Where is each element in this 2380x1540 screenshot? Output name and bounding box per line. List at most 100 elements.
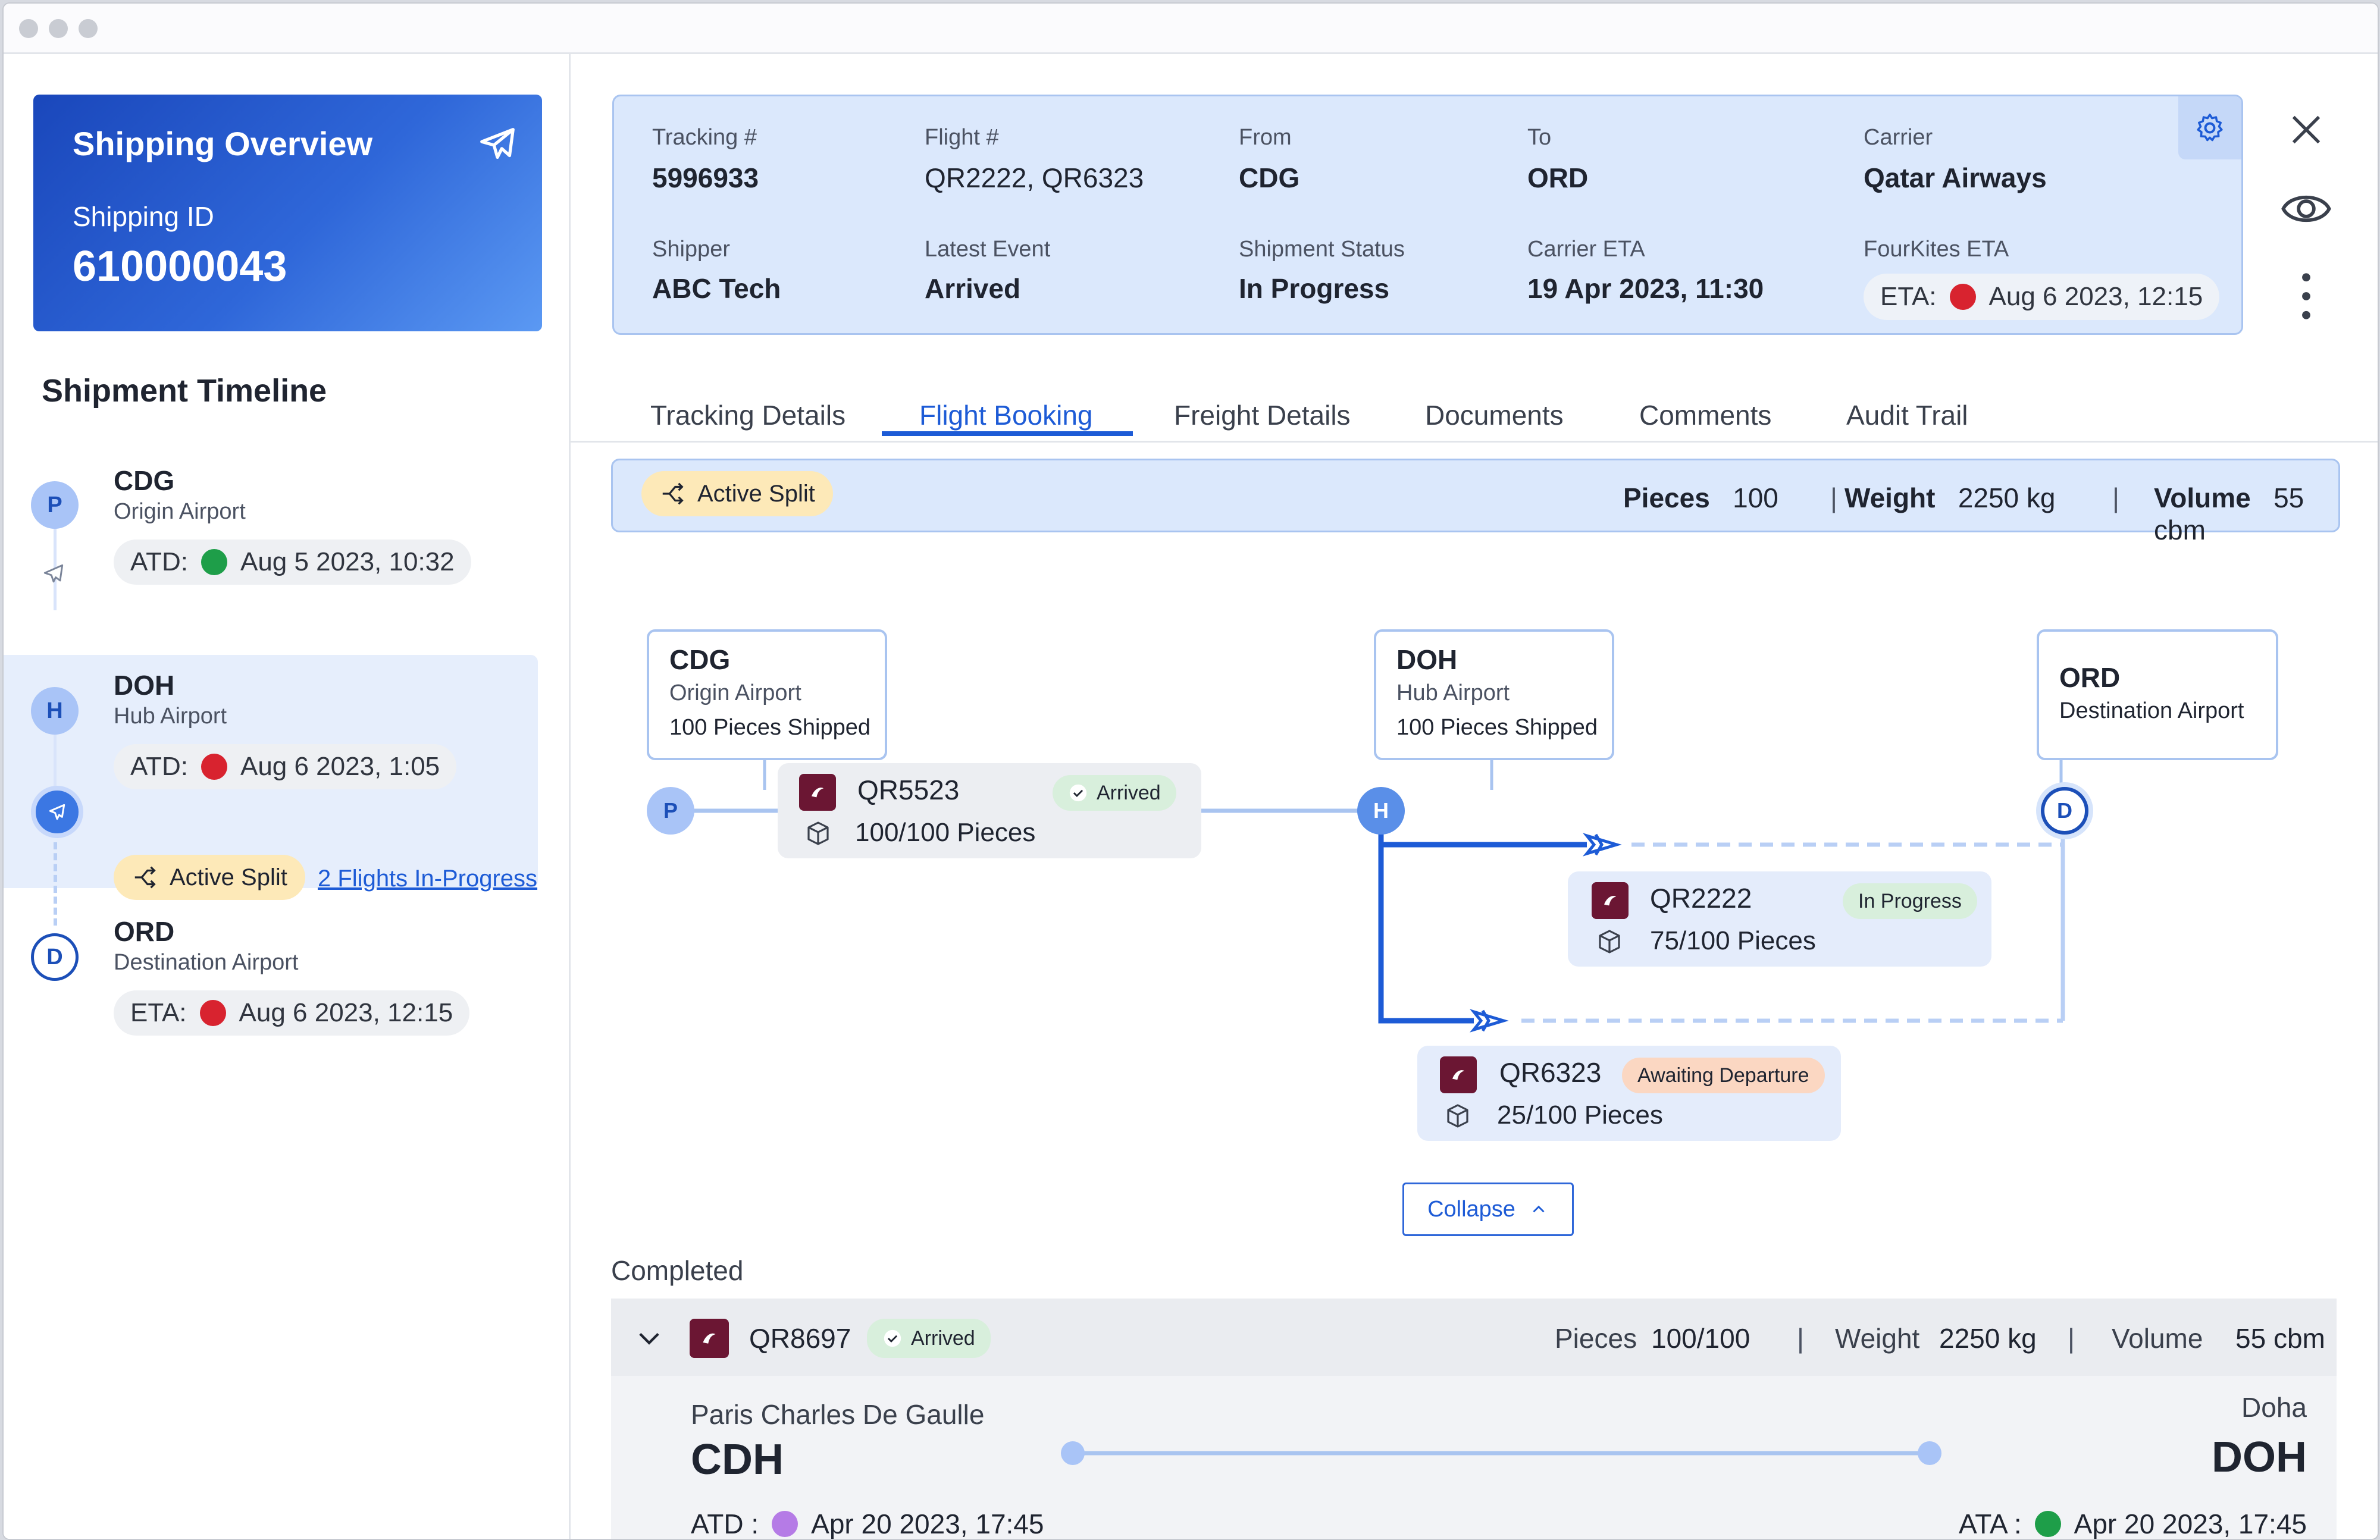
close-window-dot[interactable] [19, 19, 38, 38]
carrier-eta-label: Carrier ETA [1527, 237, 1645, 262]
shipping-id-value: 610000043 [73, 243, 287, 290]
airport-name: Origin Airport [669, 680, 801, 705]
airport-code: ORD [2059, 662, 2121, 693]
timeline-time-pill: ETA: Aug 6 2023, 12:15 [114, 990, 470, 1036]
flights-in-progress-link[interactable]: 2 Flights In-Progress [318, 865, 537, 892]
tab-audit-trail[interactable]: Audit Trail [1846, 399, 1968, 431]
tracking-value: 5996933 [652, 162, 759, 193]
shipment-status-value: In Progress [1239, 273, 1390, 304]
flight-card[interactable]: QR2222 In Progress 75/100 Pieces [1568, 871, 1991, 967]
minimize-window-dot[interactable] [49, 19, 68, 38]
airport-code: DOH [1396, 644, 1458, 675]
hub-airport-card: DOH Hub Airport 100 Pieces Shipped [1374, 629, 1614, 760]
from-label: From [1239, 125, 1292, 150]
weight-value: 2250 kg [1958, 482, 2056, 513]
check-icon [1069, 784, 1087, 802]
fourkites-eta-label: FourKites ETA [1864, 237, 2009, 262]
flight-card[interactable]: QR6323 Awaiting Departure 25/100 Pieces [1417, 1046, 1841, 1141]
settings-button[interactable] [2178, 96, 2241, 159]
title-bar [4, 4, 2378, 54]
shipper-value: ABC Tech [652, 273, 781, 304]
pieces-stat: Pieces 100 [1623, 482, 1778, 514]
tab-freight-details[interactable]: Freight Details [1174, 399, 1351, 431]
tab-tracking-details[interactable]: Tracking Details [650, 399, 845, 431]
timeline-time-pill: ATD: Aug 5 2023, 10:32 [114, 540, 471, 585]
status-dot-green [201, 549, 227, 575]
plane-icon [49, 804, 65, 820]
tab-comments[interactable]: Comments [1639, 399, 1771, 431]
split-icon [662, 482, 684, 505]
timeline-marker-origin: P [31, 481, 79, 529]
active-split-label: Active Split [170, 864, 287, 890]
completed-flight-details: Paris Charles De Gaulle CDH Doha DOH ATD… [611, 1376, 2337, 1539]
shipper-label: Shipper [652, 237, 730, 262]
status-dot-purple [772, 1511, 798, 1537]
timeline-connector-dashed [54, 842, 57, 926]
split-summary-bar: Active Split Pieces 100 | Weight 2250 kg… [611, 459, 2340, 545]
time-label: ATD: [130, 547, 188, 576]
timeline-marker-hub: H [31, 687, 79, 735]
volume-label: Volume [2154, 482, 2251, 513]
shipment-status-label: Shipment Status [1239, 237, 1405, 262]
timeline-stop-name: Origin Airport [114, 499, 246, 524]
maximize-window-dot[interactable] [79, 19, 98, 38]
qatar-airways-logo [690, 1319, 729, 1358]
carrier-eta-value: 19 Apr 2023, 11:30 [1527, 273, 1764, 304]
weight-stat: Weight 2250 kg [1844, 482, 2056, 514]
atd-label: ATD : [691, 1508, 759, 1539]
tab-flight-booking[interactable]: Flight Booking [919, 399, 1093, 431]
flight-number: QR6323 [1499, 1057, 1602, 1088]
pieces-label: Pieces [1623, 482, 1710, 513]
time-label: ATD: [130, 752, 188, 781]
route-node-hub: H [1357, 787, 1405, 835]
timeline-stop-code: ORD [114, 916, 175, 947]
weight-value: 2250 kg [1939, 1323, 2037, 1354]
more-options-icon[interactable] [2287, 269, 2325, 323]
timeline-stop-code: DOH [114, 670, 175, 701]
active-split-badge: Active Split [641, 471, 833, 516]
app-window: Shipping Overview Shipping ID 610000043 … [2, 2, 2379, 1540]
tab-documents[interactable]: Documents [1425, 399, 1564, 431]
tab-bar: Tracking Details Flight Booking Freight … [571, 375, 2378, 443]
flight-card[interactable]: QR5523 Arrived 100/100 Pieces [778, 763, 1201, 858]
plane-icon [480, 128, 515, 159]
pieces-shipped: 100 Pieces Shipped [1396, 715, 1598, 740]
volume-stat: Volume 55 cbm [2154, 482, 2338, 546]
time-value: Aug 6 2023, 12:15 [239, 998, 453, 1027]
chevron-down-icon[interactable] [634, 1322, 665, 1353]
timeline-stop-name: Destination Airport [114, 950, 299, 975]
separator: | [2112, 482, 2119, 513]
completed-flight-row[interactable]: QR8697 Arrived Pieces 100/100 | Weight 2… [611, 1299, 2337, 1376]
pieces-shipped: 100 Pieces Shipped [669, 715, 871, 740]
fourkites-eta-pill: ETA: Aug 6 2023, 12:15 [1864, 274, 2220, 320]
status-dot-red [199, 1000, 226, 1026]
collapse-label: Collapse [1427, 1196, 1515, 1222]
check-icon [884, 1329, 901, 1347]
airport-name: Destination Airport [2059, 698, 2244, 723]
flight-route-diagram: CDG Origin Airport 100 Pieces Shipped DO… [611, 549, 2337, 1236]
chevron-up-icon [1533, 1205, 1545, 1213]
time-value: Aug 5 2023, 10:32 [240, 547, 455, 576]
package-icon [807, 821, 829, 845]
active-tab-indicator [882, 431, 1133, 436]
close-icon[interactable] [2287, 111, 2325, 149]
latest-event-value: Arrived [925, 273, 1021, 304]
eye-icon[interactable] [2279, 185, 2333, 233]
collapse-button[interactable]: Collapse [1402, 1183, 1574, 1236]
sidebar: Shipping Overview Shipping ID 610000043 … [4, 54, 571, 1539]
qatar-airways-logo [799, 774, 836, 811]
separator: | [1797, 1323, 1804, 1354]
flight-pieces: 25/100 Pieces [1497, 1100, 1663, 1130]
status-dot-red [201, 754, 227, 780]
timeline-stop-code: CDG [114, 465, 175, 496]
flight-number: QR8697 [749, 1323, 851, 1354]
timeline-marker-destination: D [31, 933, 79, 981]
current-position-marker [31, 786, 83, 838]
active-split-label: Active Split [697, 480, 815, 507]
pieces-value: 100 [1733, 482, 1778, 513]
flight-number: QR5523 [857, 774, 960, 805]
latest-event-label: Latest Event [925, 237, 1051, 262]
from-value: CDG [1239, 162, 1300, 193]
status-text: Arrived [911, 1326, 975, 1350]
qatar-airways-logo [1592, 882, 1629, 919]
